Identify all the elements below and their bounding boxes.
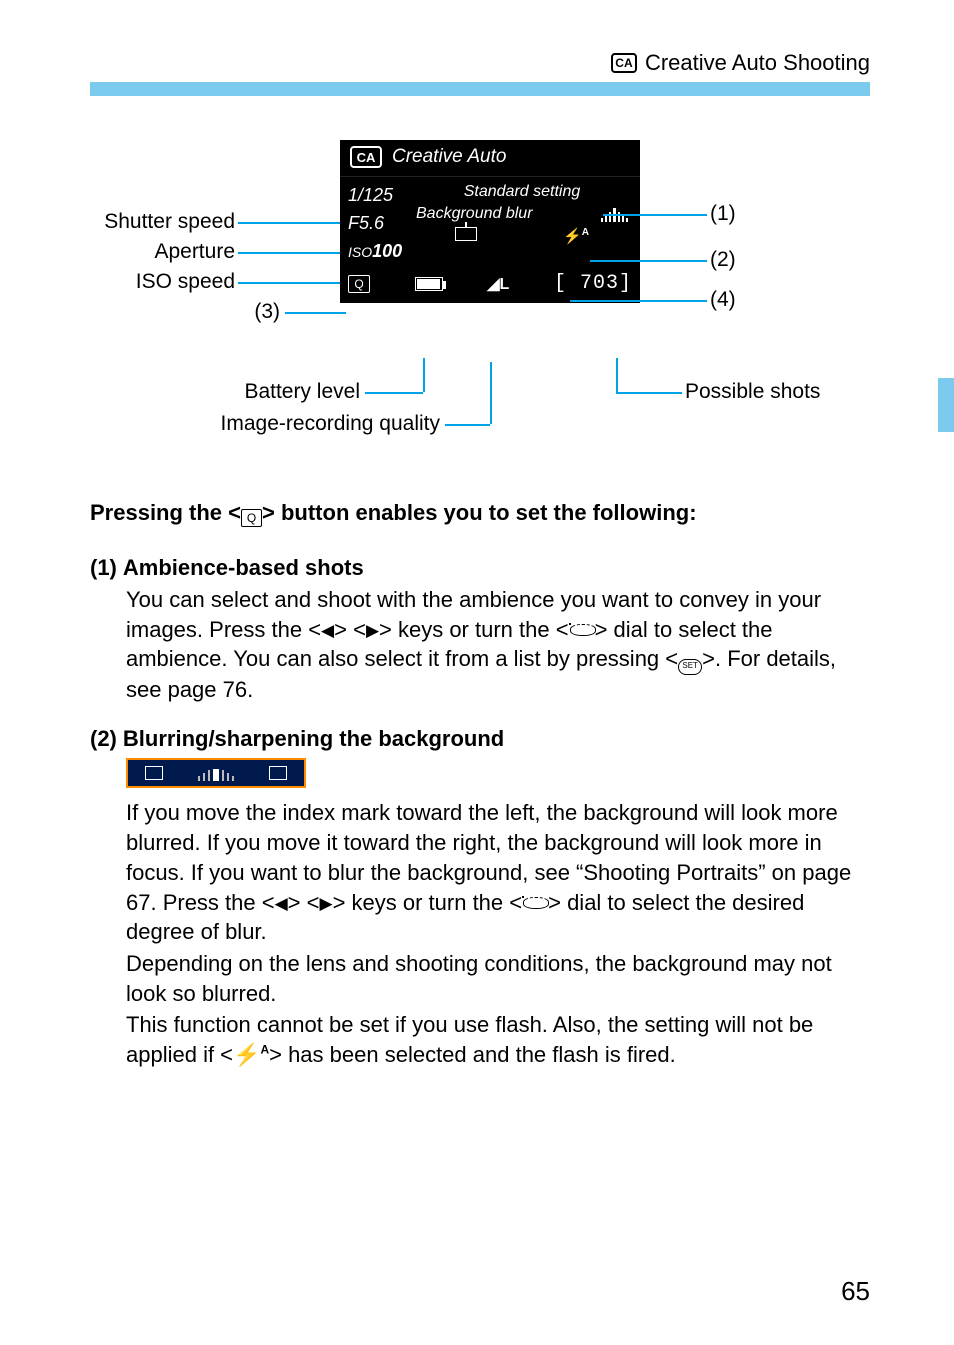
- right-key-icon: ▶: [319, 893, 332, 916]
- section-2-heading: (2) Blurring/sharpening the background: [90, 726, 870, 752]
- page-header: CA Creative Auto Shooting: [90, 0, 870, 76]
- camera-screen: CA Creative Auto 1/125 F5.6 ISO100 Stand…: [340, 140, 640, 303]
- blurred-icon: [145, 766, 163, 780]
- screen-shots-remaining: [ 703]: [554, 272, 632, 295]
- label-possible-shots: Possible shots: [685, 380, 820, 404]
- label-image-quality: Image-recording quality: [130, 412, 440, 436]
- page-number: 65: [841, 1276, 870, 1307]
- section-2-body-3: This function cannot be set if you use f…: [126, 1010, 870, 1069]
- label-battery-level: Battery level: [165, 380, 360, 404]
- left-key-icon: ◀: [275, 893, 288, 916]
- screen-iso-label: ISO: [348, 244, 372, 260]
- label-4: (4): [710, 288, 736, 312]
- drive-single-shot-icon: [455, 227, 477, 241]
- q-icon-inline: Q: [241, 509, 262, 527]
- screen-shutter: 1/125: [348, 181, 412, 209]
- header-title: Creative Auto Shooting: [645, 50, 870, 76]
- screen-ambience: Standard setting: [412, 181, 632, 203]
- screen-aperture: F5.6: [348, 209, 412, 237]
- screen-mode-icon: CA: [350, 146, 382, 168]
- flash-auto-inline-icon: ⚡A: [233, 1042, 269, 1067]
- label-3: (3): [220, 300, 280, 324]
- label-aperture: Aperture: [90, 240, 235, 264]
- blur-scale-icon: [198, 765, 234, 781]
- screen-bg-blur-label: Background blur: [416, 205, 533, 223]
- right-key-icon: ▶: [366, 620, 379, 643]
- quality-icon: ◢L: [487, 274, 509, 294]
- blur-slider-graphic: [126, 758, 306, 788]
- label-shutter-speed: Shutter speed: [90, 210, 235, 234]
- q-button-icon: Q: [348, 275, 370, 293]
- label-1: (1): [710, 202, 736, 226]
- intro-heading: Pressing the <Q> button enables you to s…: [90, 500, 870, 527]
- screen-iso-value: 100: [372, 241, 402, 261]
- ca-mode-icon: CA: [611, 53, 637, 73]
- main-dial-icon: [522, 896, 548, 911]
- label-2: (2): [710, 248, 736, 272]
- accent-band: [90, 82, 870, 96]
- section-1-body: You can select and shoot with the ambien…: [126, 585, 870, 704]
- label-iso-speed: ISO speed: [90, 270, 235, 294]
- sharp-icon: [269, 766, 287, 780]
- screen-mode-title: Creative Auto: [392, 146, 506, 168]
- section-2-body-1: If you move the index mark toward the le…: [126, 798, 870, 946]
- set-button-icon: SET: [678, 659, 702, 675]
- flash-auto-icon: ⚡A: [563, 227, 589, 245]
- left-key-icon: ◀: [321, 620, 334, 643]
- section-2-body-2: Depending on the lens and shooting condi…: [126, 949, 870, 1008]
- edge-tab: [938, 378, 954, 432]
- screen-diagram: Shutter speed Aperture ISO speed (3) CA …: [90, 140, 870, 470]
- main-dial-icon: [569, 623, 595, 638]
- battery-icon: [415, 277, 443, 291]
- section-1-heading: (1) Ambience-based shots: [90, 555, 870, 581]
